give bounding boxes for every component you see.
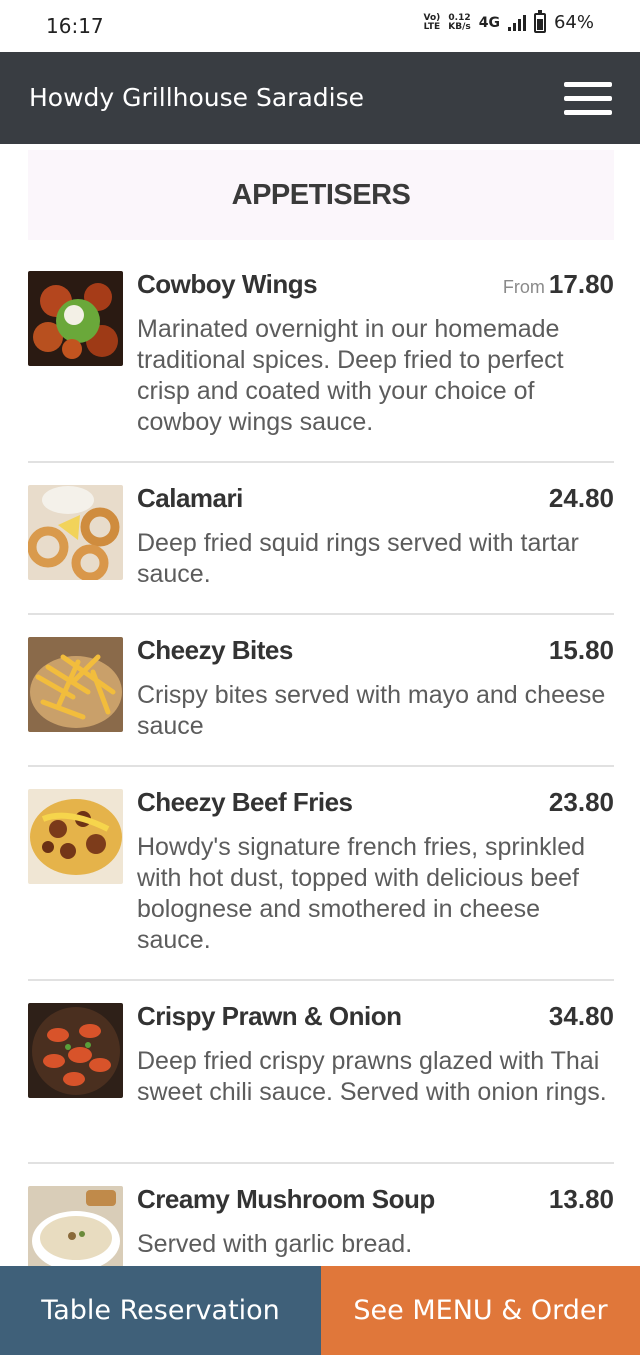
status-bar: 16:17 Vo) LTE 0.12 KB/s 4G 64% — [0, 0, 640, 52]
menu-item-crispy-prawn-onion[interactable]: Crispy Prawn & Onion 34.80 Deep fried cr… — [28, 981, 614, 1164]
item-description: Howdy's signature french fries, sprinkle… — [137, 833, 586, 954]
item-price: 13.80 — [548, 1184, 614, 1214]
item-description: Crispy bites served with mayo and cheese… — [137, 681, 606, 740]
item-price: 15.80 — [548, 635, 614, 665]
menu-item-calamari[interactable]: Calamari 24.80 Deep fried squid rings se… — [28, 463, 614, 615]
section-title: APPETISERS — [231, 178, 411, 211]
section-header: APPETISERS — [28, 150, 614, 240]
battery-percent: 64% — [553, 12, 594, 33]
volte-indicator: Vo) LTE — [423, 12, 441, 32]
cowboy-wings-image — [28, 271, 123, 366]
item-description: Served with garlic bread. — [137, 1230, 413, 1258]
item-name: Cheezy Beef Fries — [137, 787, 353, 817]
item-price: 23.80 — [548, 787, 614, 817]
data-speed: 0.12 KB/s — [448, 12, 471, 32]
crispy-prawn-image — [28, 1003, 123, 1098]
hamburger-menu-icon[interactable] — [564, 82, 612, 116]
cheezy-bites-image — [28, 637, 123, 732]
item-name: Calamari — [137, 483, 243, 513]
app-header: Howdy Grillhouse Saradise — [0, 52, 640, 144]
footer-actions: Table Reservation See MENU & Order — [0, 1266, 640, 1355]
price-prefix: From — [502, 277, 545, 297]
battery-icon — [533, 9, 546, 33]
item-name: Creamy Mushroom Soup — [137, 1184, 435, 1214]
menu-item-cheezy-bites[interactable]: Cheezy Bites 15.80 Crispy bites served w… — [28, 615, 614, 767]
battery-fill — [536, 19, 543, 30]
restaurant-title: Howdy Grillhouse Saradise — [29, 83, 364, 112]
price-value: 17.80 — [548, 269, 614, 299]
item-name: Cowboy Wings — [137, 269, 318, 299]
item-price: 24.80 — [548, 483, 614, 513]
item-description: Marinated overnight in our homemade trad… — [137, 315, 564, 436]
item-price: From 17.80 — [503, 269, 614, 300]
item-name: Cheezy Bites — [137, 635, 293, 665]
network-type: 4G — [478, 14, 500, 31]
signal-icon — [507, 14, 526, 31]
item-description: Deep fried crispy prawns glazed with Tha… — [137, 1047, 607, 1106]
item-name: Crispy Prawn & Onion — [137, 1001, 402, 1031]
status-time: 16:17 — [46, 14, 104, 38]
status-indicators: Vo) LTE 0.12 KB/s 4G 64% — [423, 9, 594, 33]
item-description: Deep fried squid rings served with tarta… — [137, 529, 579, 588]
see-menu-order-button[interactable]: See MENU & Order — [321, 1266, 640, 1355]
menu-item-cheezy-beef-fries[interactable]: Cheezy Beef Fries 23.80 Howdy's signatur… — [28, 767, 614, 981]
menu-list: Cowboy Wings From 17.80 Marinated overnig… — [28, 240, 614, 1294]
table-reservation-button[interactable]: Table Reservation — [0, 1266, 321, 1355]
cheezy-beef-fries-image — [28, 789, 123, 884]
menu-item-cowboy-wings[interactable]: Cowboy Wings From 17.80 Marinated overnig… — [28, 240, 614, 463]
calamari-image — [28, 485, 123, 580]
item-price: 34.80 — [548, 1001, 614, 1031]
